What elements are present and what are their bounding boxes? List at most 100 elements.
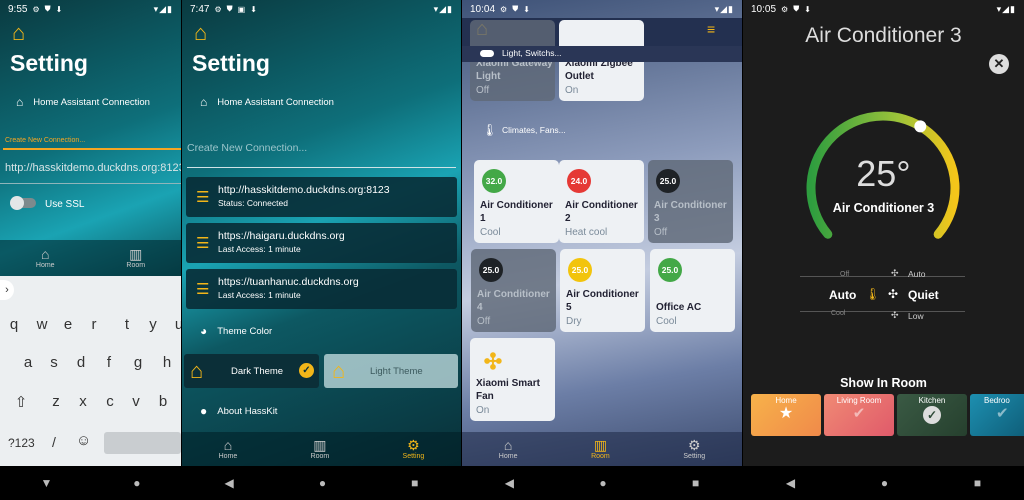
key-u[interactable]: u <box>168 316 181 333</box>
signal-battery-icon: ▾◢▮ <box>996 3 1016 14</box>
key-h[interactable]: h <box>156 354 178 371</box>
back-icon[interactable]: ▼ <box>40 476 52 490</box>
key-z[interactable]: z <box>45 393 67 410</box>
check-icon: ✓ <box>299 363 314 378</box>
connection-row[interactable]: ☰ http://hasskitdemo.duckdns.org:8123 St… <box>186 177 457 217</box>
key-f[interactable]: f <box>98 354 120 371</box>
sim-icon: ▣ <box>237 4 246 14</box>
tab-room[interactable]: ▥ Room <box>310 438 330 461</box>
download-icon: ⬇ <box>250 4 257 14</box>
room-option-bedroom[interactable]: Bedroo ✔ <box>970 394 1024 436</box>
room-option-kitchen[interactable]: Kitchen ✓ <box>897 394 967 436</box>
tab-home[interactable]: ⌂ Home <box>218 438 238 461</box>
tab-setting[interactable]: ⚙ Setting <box>683 438 705 461</box>
device-tile[interactable]: 25.0 Air Conditioner 4 Off <box>471 249 556 332</box>
home-icon: ⌂ <box>503 437 513 453</box>
tab-room[interactable]: ▥ Room <box>591 438 610 461</box>
dark-theme-option[interactable]: ⌂ Dark Theme ✓ <box>184 354 319 388</box>
about-label: About HassKit <box>217 405 278 417</box>
emoji-icon[interactable]: ☺ <box>76 432 91 449</box>
tab-label: Room <box>310 453 330 460</box>
status-bar: 10:05 ⚙ ⛊ ⬇ ▾◢▮ <box>743 0 1024 18</box>
mode-next[interactable]: Cool <box>831 310 845 317</box>
key-y[interactable]: y <box>142 316 164 333</box>
fan-current[interactable]: Quiet <box>908 288 939 302</box>
keyboard: › q w e r t y u a s d f g h ⇧ z x c v b … <box>0 276 181 466</box>
key-t[interactable]: t <box>116 316 138 333</box>
tile-state: On <box>476 405 490 416</box>
device-tile[interactable]: 25.0 Air Conditioner 3 Off <box>648 160 733 243</box>
key-x[interactable]: x <box>72 393 94 410</box>
thermometer-icon: 🌡︎ <box>482 123 498 137</box>
device-tile[interactable]: 24.0 Air Conditioner 2 Heat cool <box>559 160 644 243</box>
status-time: 10:04 <box>470 3 496 15</box>
device-tile[interactable]: 25.0 Air Conditioner 5 Dry <box>560 249 645 332</box>
fan-next[interactable]: Low <box>908 311 924 321</box>
connection-url: http://hasskitdemo.duckdns.org:8123 <box>218 184 390 196</box>
key-s[interactable]: s <box>43 354 65 371</box>
device-tile[interactable]: ✣ Xiaomi Smart Fan On <box>470 338 555 421</box>
system-nav-bar: ◀ ● ■ <box>462 466 742 500</box>
key-r[interactable]: r <box>83 316 105 333</box>
shift-icon[interactable]: ⇧ <box>10 393 32 411</box>
key-c[interactable]: c <box>99 393 121 410</box>
symbols-key[interactable]: ?123 <box>8 436 35 450</box>
download-icon: ⬇ <box>523 4 530 14</box>
tab-home[interactable]: ⌂ Home <box>499 437 518 461</box>
home-circle-icon[interactable]: ● <box>599 476 606 490</box>
device-tile[interactable]: 32.0 Air Conditioner 1 Cool <box>474 160 559 243</box>
room-label: Bedroo <box>984 396 1010 405</box>
home-circle-icon[interactable]: ● <box>319 476 326 490</box>
bottom-tab-bar: ⌂ Home ▥ Room ⚙ Setting <box>462 432 742 466</box>
connection-row[interactable]: ☰ https://tuanhanuc.duckdns.org Last Acc… <box>186 269 457 309</box>
ha-connection-row[interactable]: ⌂ Home Assistant Connection <box>16 95 150 109</box>
tab-home[interactable]: ⌂ Home <box>36 247 55 270</box>
recents-icon[interactable]: ■ <box>974 476 981 490</box>
status-time: 9:55 <box>8 3 28 15</box>
back-icon[interactable]: ◀ <box>505 476 514 490</box>
slash-key[interactable]: / <box>52 434 56 450</box>
recents-icon[interactable]: ■ <box>692 476 699 490</box>
mode-current[interactable]: Auto <box>829 288 856 302</box>
chevron-right-icon[interactable]: › <box>0 280 14 300</box>
space-key[interactable] <box>104 432 181 454</box>
room-option-living-room[interactable]: Living Room ✔ <box>824 394 894 436</box>
connection-row[interactable]: ☰ https://haigaru.duckdns.org Last Acces… <box>186 223 457 263</box>
back-icon[interactable]: ◀ <box>786 476 795 490</box>
key-q[interactable]: q <box>3 316 25 333</box>
check-icon: ✔ <box>852 405 866 422</box>
mode-prev[interactable]: Off <box>840 271 849 278</box>
light-theme-option[interactable]: ⌂ Light Theme <box>324 354 458 388</box>
dark-theme-label: Dark Theme <box>231 366 284 377</box>
tab-label: Home <box>218 453 238 460</box>
url-input[interactable]: http://hasskitdemo.duckdns.org:8123 <box>5 162 181 174</box>
back-icon[interactable]: ◀ <box>225 476 234 490</box>
home-circle-icon[interactable]: ● <box>881 476 888 490</box>
use-ssl-label: Use SSL <box>45 199 85 210</box>
key-w[interactable]: w <box>31 316 53 333</box>
tile-state: On <box>565 85 579 96</box>
device-tile[interactable]: 25.0 Office AC Cool <box>650 249 735 332</box>
key-e[interactable]: e <box>57 316 79 333</box>
tab-room[interactable]: ▥ Room <box>126 247 145 270</box>
gauge-label: Air Conditioner 3 <box>832 201 935 215</box>
tab-setting[interactable]: ⚙ Setting <box>403 438 425 461</box>
recents-icon[interactable]: ■ <box>411 476 418 490</box>
ha-connection-row[interactable]: ⌂ Home Assistant Connection <box>200 95 334 109</box>
fan-prev[interactable]: Auto <box>908 269 926 279</box>
create-connection-input[interactable]: Create New Connection... <box>187 142 307 154</box>
key-b[interactable]: b <box>152 393 174 410</box>
about-row[interactable]: ● About HassKit <box>200 404 277 418</box>
key-d[interactable]: d <box>70 354 92 371</box>
key-g[interactable]: g <box>127 354 149 371</box>
room-option-home[interactable]: Home ★ <box>751 394 821 436</box>
home-circle-icon[interactable]: ● <box>133 476 140 490</box>
tab-label: Room <box>591 453 610 460</box>
key-v[interactable]: v <box>125 393 147 410</box>
settings-keyboard-screen: 9:55 ⚙ ⛊ ⬇ ▾◢▮ ⌂ Setting ⌂ Home Assistan… <box>0 0 181 500</box>
menu-icon[interactable]: ≡ <box>707 21 715 37</box>
shield-icon: ⛊ <box>512 4 519 13</box>
ssl-toggle[interactable] <box>10 196 36 210</box>
close-icon[interactable]: ✕ <box>989 54 1009 74</box>
key-a[interactable]: a <box>17 354 39 371</box>
